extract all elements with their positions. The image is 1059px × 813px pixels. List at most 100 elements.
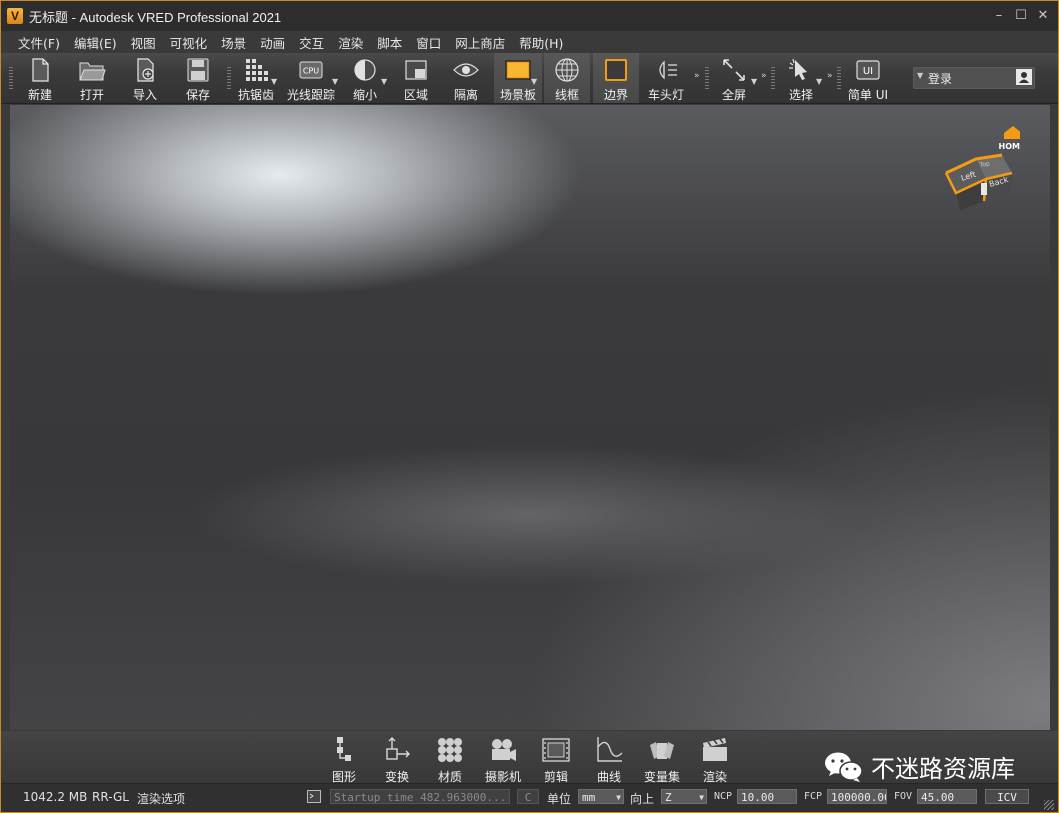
maximize-button[interactable]: ☐	[1012, 7, 1030, 25]
curve-editor-icon	[597, 737, 623, 762]
menu-file[interactable]: 文件(F)	[11, 33, 67, 52]
up-axis-label: 向上	[630, 792, 655, 806]
watermark-text: 不迷路资源库	[871, 755, 1015, 783]
module-clips-button[interactable]: 剪辑	[532, 733, 580, 784]
menu-bar: 文件(F) 编辑(E) 视图 可视化 场景 动画 交互 渲染 脚本 窗口 网上商…	[1, 31, 1058, 53]
toolbar-overflow-icon[interactable]: »	[761, 71, 767, 81]
antialias-grid-icon	[246, 59, 268, 81]
ncp-input[interactable]: 10.00	[737, 789, 797, 804]
home-icon[interactable]: HOME	[999, 126, 1020, 151]
region-icon	[405, 60, 427, 80]
cpu-chip-icon: CPU	[299, 61, 323, 79]
toolbar-overflow-icon[interactable]: »	[694, 71, 700, 81]
half-circle-icon	[354, 59, 376, 81]
new-button[interactable]: 新建	[21, 53, 59, 103]
toolbar-grip[interactable]	[837, 67, 841, 89]
user-icon	[1016, 69, 1032, 85]
select-cursor-icon	[789, 58, 807, 80]
headlight-icon	[659, 60, 677, 80]
zoom-dropdown-icon[interactable]: ▼	[381, 77, 387, 86]
menu-view[interactable]: 视图	[124, 33, 163, 52]
chevron-down-icon: ▼	[699, 793, 704, 802]
render-viewport[interactable]: HOME Left Back Top	[10, 105, 1050, 730]
fcp-label: FCP	[804, 791, 823, 802]
boundary-button[interactable]: 边界	[593, 53, 639, 103]
fullscreen-button[interactable]: 全屏	[713, 53, 755, 103]
save-button[interactable]: 保存	[179, 53, 217, 103]
raytracing-dropdown-icon[interactable]: ▼	[332, 77, 338, 86]
film-strip-icon	[542, 738, 570, 762]
wireframe-button[interactable]: 线框	[544, 53, 590, 103]
fov-label: FOV	[894, 791, 913, 802]
region-button[interactable]: 区域	[397, 53, 435, 103]
up-axis-select[interactable]: Z ▼	[661, 789, 707, 804]
menu-visualization[interactable]: 可视化	[163, 33, 215, 52]
toolbar-grip[interactable]	[705, 67, 709, 89]
login-caret-icon: ▼	[917, 71, 924, 80]
menu-interaction[interactable]: 交互	[292, 33, 331, 52]
svg-text:UI: UI	[863, 66, 873, 77]
materials-spheres-icon	[438, 738, 462, 762]
headlight-button[interactable]: 车头灯	[643, 53, 689, 103]
minimize-button[interactable]: –	[990, 7, 1008, 25]
fullscreen-arrows-icon	[723, 59, 745, 81]
main-toolbar: 新建 打开 导入 保存 抗锯齿 ▼ CPU 光线跟踪 ▼ 缩小 ▼ 区域 隔离 …	[1, 53, 1058, 104]
menu-edit[interactable]: 编辑(E)	[67, 33, 124, 52]
clear-log-button[interactable]: C	[517, 789, 539, 804]
import-button[interactable]: 导入	[126, 53, 164, 103]
toolbar-grip[interactable]	[9, 67, 13, 89]
renderer-mode: RR-GL	[92, 790, 129, 804]
render-options-link[interactable]: 渲染选项	[137, 790, 185, 807]
module-variant-sets-button[interactable]: 变量集	[638, 733, 686, 784]
toolbar-grip[interactable]	[227, 67, 231, 89]
isolate-button[interactable]: 隔离	[446, 53, 486, 103]
window-controls: – ☐ ✕	[990, 7, 1052, 25]
variant-cards-icon	[650, 742, 674, 759]
svg-text:CPU: CPU	[303, 67, 319, 76]
menu-scene[interactable]: 场景	[214, 33, 253, 52]
scene-plate-dropdown-icon[interactable]: ▼	[531, 77, 537, 86]
viewcube-icon[interactable]: Left Back Top	[944, 153, 1013, 211]
window-title: 无标题 - Autodesk VRED Professional 2021	[29, 9, 282, 25]
module-curves-button[interactable]: 曲线	[585, 733, 633, 784]
resize-grip[interactable]	[1044, 800, 1054, 810]
menu-store[interactable]: 网上商店	[448, 33, 512, 52]
login-dropdown[interactable]: ▼ 登录	[913, 67, 1035, 89]
open-button[interactable]: 打开	[73, 53, 111, 103]
module-transform-button[interactable]: 变换	[373, 733, 421, 784]
icv-button[interactable]: ICV	[985, 789, 1029, 804]
module-camera-button[interactable]: 摄影机	[479, 733, 527, 784]
save-disk-icon	[187, 58, 209, 82]
wireframe-globe-icon	[555, 58, 579, 82]
movie-camera-icon	[492, 739, 516, 761]
viewcube-navigator[interactable]: HOME Left Back Top	[940, 125, 1020, 215]
menu-window[interactable]: 窗口	[409, 33, 448, 52]
menu-animation[interactable]: 动画	[253, 33, 292, 52]
fullscreen-dropdown-icon[interactable]: ▼	[751, 77, 757, 86]
log-output-field[interactable]: Startup time 482.963000...	[330, 789, 510, 804]
unit-select[interactable]: mm ▼	[578, 789, 624, 804]
title-bar: V 无标题 - Autodesk VRED Professional 2021 …	[1, 1, 1058, 31]
menu-help[interactable]: 帮助(H)	[512, 33, 570, 52]
toolbar-overflow-icon[interactable]: »	[827, 71, 833, 81]
menu-render[interactable]: 渲染	[331, 33, 370, 52]
toolbar-grip[interactable]	[771, 67, 775, 89]
close-button[interactable]: ✕	[1034, 7, 1052, 25]
fov-input[interactable]: 45.00	[917, 789, 977, 804]
module-materials-button[interactable]: 材质	[426, 733, 474, 784]
simple-ui-button[interactable]: UI 简单 UI	[845, 53, 891, 103]
app-window: V 无标题 - Autodesk VRED Professional 2021 …	[0, 0, 1059, 813]
zoom-out-button[interactable]: 缩小	[345, 53, 385, 103]
select-dropdown-icon[interactable]: ▼	[816, 77, 822, 86]
terminal-icon[interactable]	[307, 790, 321, 803]
eye-icon	[453, 63, 479, 77]
import-icon	[137, 58, 154, 82]
antialias-dropdown-icon[interactable]: ▼	[271, 77, 277, 86]
raytracing-button[interactable]: CPU 光线跟踪	[285, 53, 337, 103]
fcp-input[interactable]: 100000.00	[827, 789, 887, 804]
watermark: 不迷路资源库	[823, 749, 1015, 784]
menu-script[interactable]: 脚本	[370, 33, 409, 52]
open-folder-icon	[79, 62, 106, 81]
module-render-button[interactable]: 渲染	[691, 733, 739, 784]
module-graph-button[interactable]: 图形	[320, 733, 368, 784]
